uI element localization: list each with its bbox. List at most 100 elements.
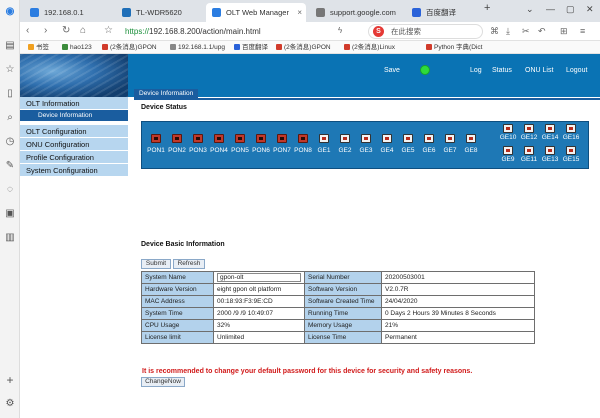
port-pon8[interactable]: PON8 (293, 134, 313, 155)
table-key: License limit (141, 331, 214, 344)
port-ge12[interactable]: GE12 (519, 124, 539, 142)
bookmark-item[interactable]: 书签 (28, 43, 49, 53)
refresh-button[interactable]: Refresh (173, 259, 205, 269)
port-pon1[interactable]: PON1 (146, 134, 166, 155)
chat-icon[interactable]: ◌ (4, 184, 16, 196)
port-ge2[interactable]: GE2 (335, 134, 355, 155)
port-ge11[interactable]: GE11 (519, 146, 539, 164)
system-name-label: System Name (141, 271, 214, 284)
port-ge16[interactable]: GE16 (561, 124, 581, 142)
tab-list-icon[interactable]: ⌄ (526, 4, 534, 15)
browser-side-rail: ◉ ▤ ☆ ▯ ⌕ ◷ ✎ ◌ ▣ ▥ + ⚙ (0, 0, 20, 418)
port-pon5[interactable]: PON5 (230, 134, 250, 155)
tab-close-icon[interactable]: × (297, 3, 302, 22)
settings-icon[interactable]: ⚙ (4, 398, 16, 410)
tab-google-support[interactable]: support.google.com (310, 3, 402, 22)
port-label: GE7 (443, 147, 457, 154)
bookmark-item[interactable]: hao123 (62, 43, 92, 53)
menu-system-configuration[interactable]: System Configuration (20, 164, 128, 177)
favorites-star-icon[interactable]: ☆ (4, 64, 16, 76)
table-row: System Time 2000 /9 /9 10:49:07 Running … (141, 307, 535, 320)
bookmark-item[interactable]: (2条消息)Linux (344, 43, 395, 53)
port-ge1[interactable]: GE1 (314, 134, 334, 155)
tab-olt-web-manager[interactable]: OLT Web Manager × (206, 3, 306, 22)
port-ge14[interactable]: GE14 (540, 124, 560, 142)
tab-tplink[interactable]: TL-WDR5620 (116, 3, 204, 22)
menu-profile-configuration[interactable]: Profile Configuration (20, 151, 128, 164)
search-box[interactable]: S 在此搜索 (368, 24, 483, 39)
port-ge3[interactable]: GE3 (356, 134, 376, 155)
port-pon6[interactable]: PON6 (251, 134, 271, 155)
bookmark-label: 书签 (36, 44, 49, 51)
logout-link[interactable]: Logout (566, 66, 587, 75)
table-row: MAC Address 00:18:93:F3:9E:CD Software C… (141, 295, 535, 308)
document-icon[interactable]: ▥ (4, 232, 16, 244)
tab-baidu-translate[interactable]: 百度翻译 (406, 3, 484, 22)
download-icon[interactable]: ⤓ (506, 26, 510, 37)
port-ge15[interactable]: GE15 (561, 146, 581, 164)
port-label: PON3 (189, 147, 207, 154)
close-window-icon[interactable]: ✕ (586, 4, 594, 15)
port-ge13[interactable]: GE13 (540, 146, 560, 164)
menu-onu-configuration[interactable]: ONU Configuration (20, 138, 128, 151)
game-icon[interactable]: ⌘ (490, 26, 499, 37)
address-input[interactable]: https://192.168.8.200/action/main.html (125, 25, 261, 38)
change-now-button[interactable]: ChangeNow (141, 377, 185, 387)
reader-icon[interactable]: ▯ (4, 88, 16, 100)
bookmark-item[interactable]: 百度翻译 (234, 43, 268, 53)
bag-icon[interactable]: ▣ (4, 208, 16, 220)
bookmark-item[interactable]: (2条消息)GPON (276, 43, 331, 53)
forward-icon[interactable]: › (44, 25, 47, 37)
cut-icon[interactable]: ✂ (522, 26, 530, 37)
port-ge6[interactable]: GE6 (419, 134, 439, 155)
maximize-icon[interactable]: ▢ (566, 4, 575, 15)
port-ge10[interactable]: GE10 (498, 124, 518, 142)
history-icon[interactable]: ◷ (4, 136, 16, 148)
search-icon[interactable]: ⌕ (4, 112, 16, 124)
status-link[interactable]: Status (492, 66, 512, 75)
menu-olt-information[interactable]: OLT Information (20, 97, 128, 110)
extensions-icon[interactable]: ⊞ (560, 26, 568, 37)
port-pon4[interactable]: PON4 (209, 134, 229, 155)
minimize-icon[interactable]: — (546, 4, 555, 14)
port-label: GE14 (541, 134, 559, 141)
port-ge8[interactable]: GE8 (461, 134, 481, 155)
port-ge5[interactable]: GE5 (398, 134, 418, 155)
table-row: Hardware Version eight gpon olt platform… (141, 283, 535, 296)
menu-icon[interactable]: ≡ (580, 26, 585, 36)
port-pon2[interactable]: PON2 (167, 134, 187, 155)
tab-favicon-icon (122, 8, 131, 17)
notes-icon[interactable]: ✎ (4, 160, 16, 172)
menu-device-information[interactable]: Device Information (20, 110, 128, 122)
bookmark-star-icon[interactable]: ☆ (104, 25, 113, 37)
lightning-icon[interactable]: ϟ (338, 25, 342, 37)
new-tab-button[interactable]: + (484, 2, 490, 14)
reload-icon[interactable]: ↻ (62, 25, 70, 37)
bookmark-item[interactable]: Python 字典(Dict (426, 43, 482, 53)
menu-olt-configuration[interactable]: OLT Configuration (20, 125, 128, 138)
port-ge9[interactable]: GE9 (498, 146, 518, 164)
add-icon[interactable]: + (4, 374, 16, 386)
port-pon7[interactable]: PON7 (272, 134, 292, 155)
port-label: PON7 (273, 147, 291, 154)
onu-list-link[interactable]: ONU List (525, 66, 553, 75)
tab-favicon-icon (212, 8, 221, 17)
password-warning: It is recommended to change your default… (142, 368, 473, 375)
bookmark-item[interactable]: (2条消息)GPON (102, 43, 157, 53)
back-icon[interactable]: ‹ (26, 25, 29, 37)
port-ge7[interactable]: GE7 (440, 134, 460, 155)
tab-label: OLT Web Manager (226, 8, 289, 17)
port-pon3[interactable]: PON3 (188, 134, 208, 155)
bookmark-item[interactable]: 192.168.1.1/upg (170, 43, 225, 53)
home-icon[interactable]: ⌂ (80, 25, 86, 37)
port-ge4[interactable]: GE4 (377, 134, 397, 155)
port-label: PON6 (252, 147, 270, 154)
tab-router[interactable]: 192.168.0.1 (24, 3, 112, 22)
log-link[interactable]: Log (470, 66, 482, 75)
sidebar-panel-icon[interactable]: ▤ (4, 40, 16, 52)
system-name-input[interactable]: gpon-olt (217, 273, 301, 282)
submit-button[interactable]: Submit (141, 259, 171, 269)
port-icon (298, 134, 308, 143)
save-link[interactable]: Save (384, 66, 400, 75)
undo-icon[interactable]: ↶ (538, 26, 546, 37)
